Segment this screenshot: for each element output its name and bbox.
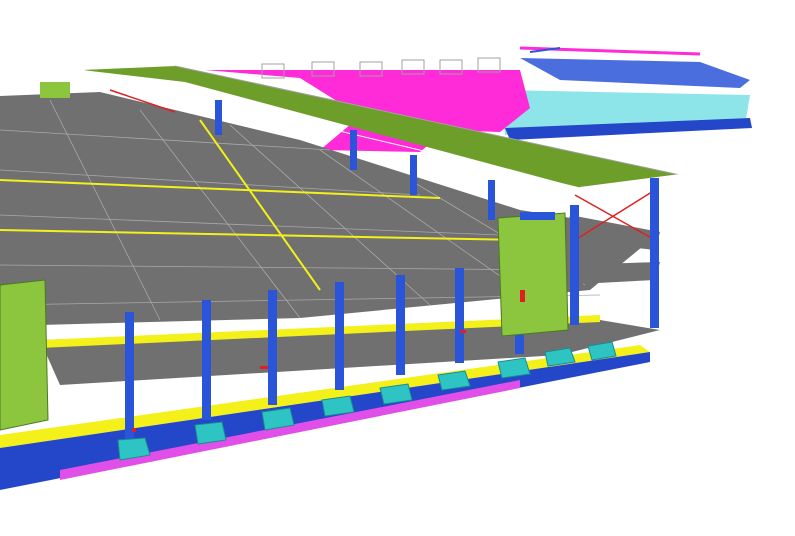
column <box>268 290 277 405</box>
model-viewport[interactable] <box>0 0 795 536</box>
column <box>570 205 579 325</box>
column <box>215 100 222 135</box>
column <box>396 275 405 375</box>
column <box>350 130 357 170</box>
column <box>488 180 495 220</box>
core-top-blue <box>520 212 555 220</box>
column <box>410 155 417 195</box>
secondary-building-roof <box>520 58 750 88</box>
core-right <box>497 212 569 337</box>
secondary-building <box>500 46 752 140</box>
pile-cap <box>321 395 355 417</box>
column <box>202 300 211 420</box>
column <box>335 282 344 390</box>
pile-cap <box>194 421 227 445</box>
building-model-render[interactable] <box>0 0 795 536</box>
pile-cap <box>437 370 471 391</box>
column <box>650 178 659 328</box>
roof-plant-box <box>40 82 70 98</box>
column <box>455 268 464 363</box>
pile-cap <box>497 357 531 379</box>
core-left <box>0 279 49 431</box>
column <box>125 312 134 442</box>
pile-cap <box>379 383 413 405</box>
